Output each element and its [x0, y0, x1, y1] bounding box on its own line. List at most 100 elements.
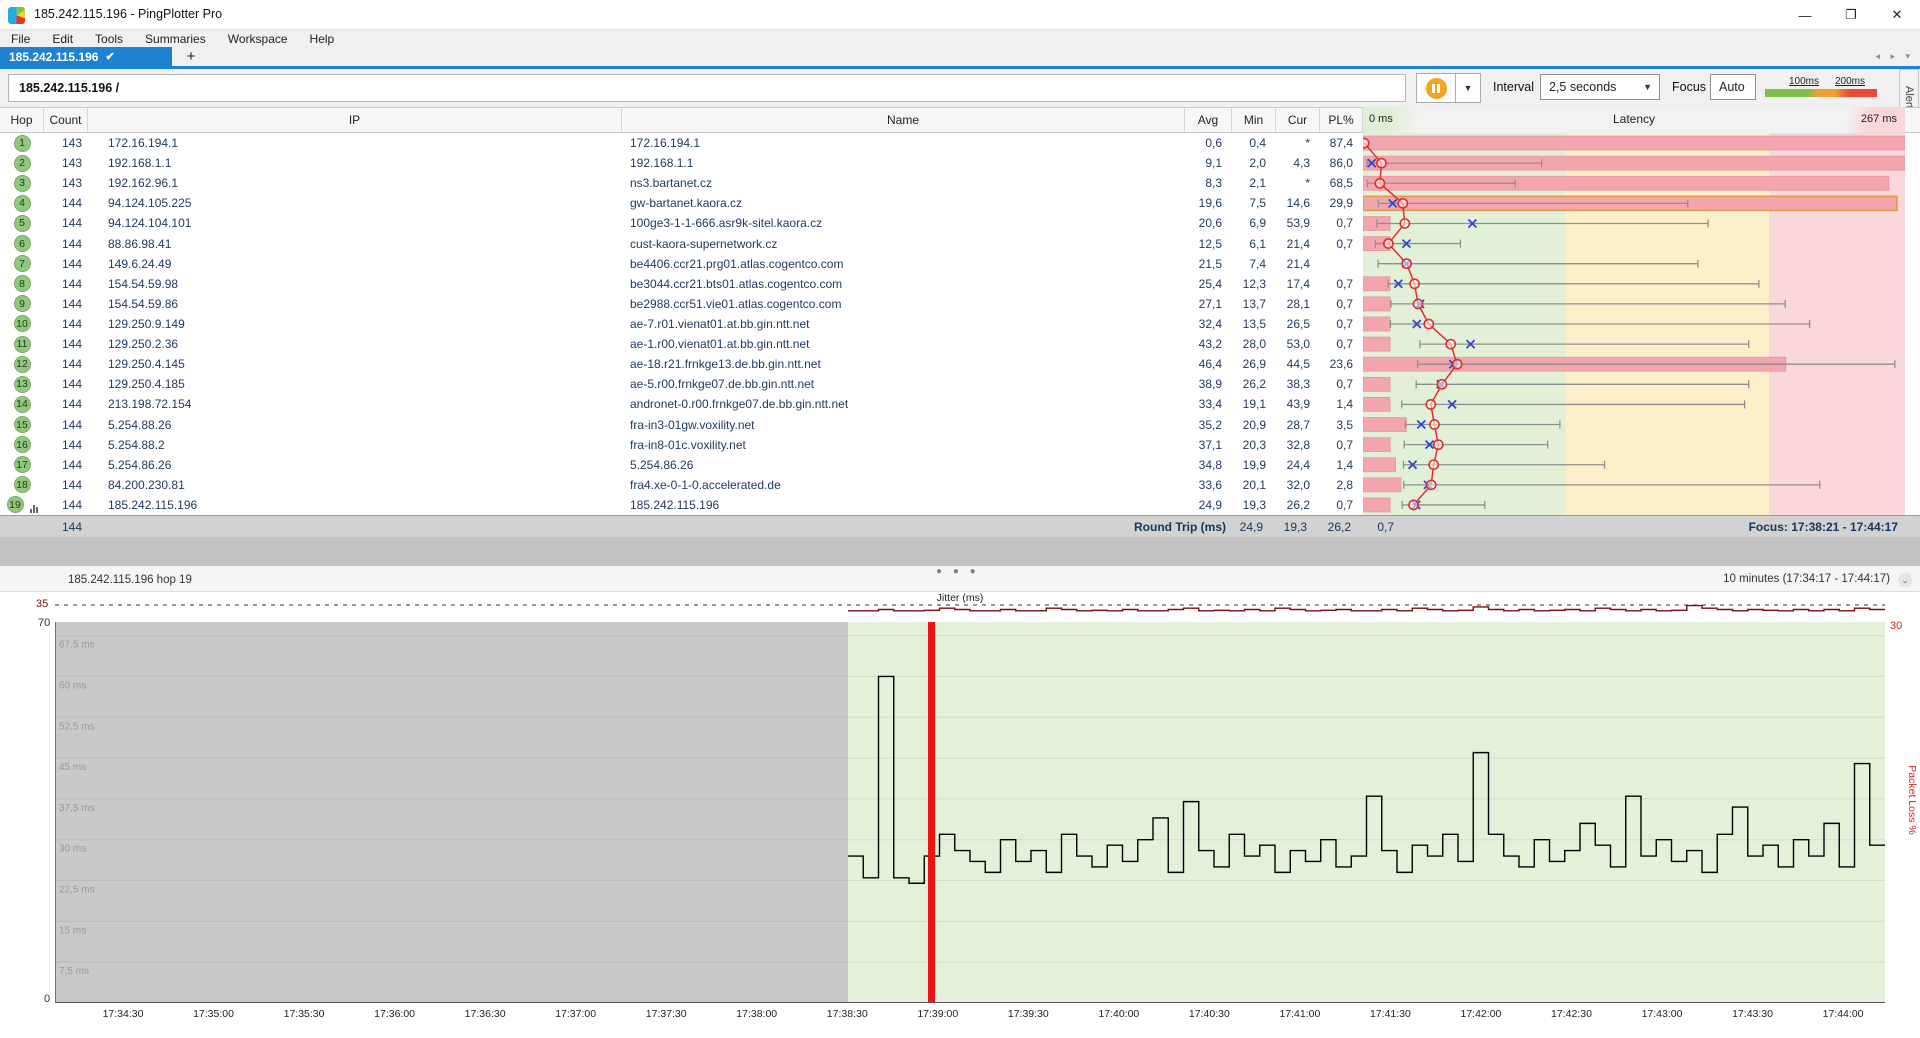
legend-100ms-label: 100ms: [1789, 76, 1819, 87]
menu-summaries[interactable]: Summaries: [134, 30, 217, 47]
column-header-ip[interactable]: IP: [88, 108, 622, 132]
cell-count: 144: [44, 397, 88, 411]
hop-number-badge: 3: [14, 175, 31, 192]
cell-ip: 5.254.88.26: [88, 418, 622, 432]
menu-help[interactable]: Help: [299, 30, 346, 47]
column-header-name[interactable]: Name: [622, 108, 1185, 132]
latency-column-header[interactable]: 0 ms Latency 267 ms: [1363, 107, 1905, 133]
time-tick-label: 17:41:30: [1355, 1008, 1425, 1020]
cell-cur: 4,3: [1276, 156, 1320, 170]
restore-button[interactable]: ❐: [1828, 0, 1874, 30]
time-tick-label: 17:36:00: [360, 1008, 430, 1020]
hop-number-badge: 15: [14, 416, 31, 433]
menu-file[interactable]: File: [0, 30, 41, 47]
hop-number-badge: 9: [14, 295, 31, 312]
cell-count: 144: [44, 297, 88, 311]
cell-pl: 0,7: [1320, 498, 1363, 512]
column-header-cur[interactable]: Cur: [1276, 108, 1320, 132]
cell-avg: 35,2: [1185, 418, 1232, 432]
cell-cur: 44,5: [1276, 357, 1320, 371]
cell-cur: 24,4: [1276, 458, 1320, 472]
cell-avg: 19,6: [1185, 196, 1232, 210]
svg-text:30 ms: 30 ms: [59, 844, 86, 855]
tab-target[interactable]: 185.242.115.196 ✔: [0, 47, 172, 66]
time-tick-label: 17:36:30: [450, 1008, 520, 1020]
cell-name: 172.16.194.1: [622, 136, 1185, 150]
cell-count: 144: [44, 317, 88, 331]
cell-cur: 32,0: [1276, 478, 1320, 492]
cell-ip: 129.250.4.185: [88, 377, 622, 391]
cell-name: be3044.ccr21.bts01.atlas.cogentco.com: [622, 277, 1185, 291]
timeline-range-label[interactable]: 10 minutes (17:34:17 - 17:44:17): [1723, 573, 1890, 585]
cell-avg: 38,9: [1185, 377, 1232, 391]
time-tick-label: 17:43:00: [1627, 1008, 1697, 1020]
cell-ip: 185.242.115.196: [88, 498, 622, 512]
interval-label: Interval: [1493, 80, 1534, 94]
cell-cur: 17,4: [1276, 277, 1320, 291]
cell-pl: 0,7: [1320, 237, 1363, 251]
latency-axis-max: 70: [38, 617, 50, 629]
time-tick-label: 17:39:30: [993, 1008, 1063, 1020]
cell-name: 192.168.1.1: [622, 156, 1185, 170]
tab-scroll-arrows-icon[interactable]: ◂ ▸ ▾: [1875, 51, 1914, 62]
cell-cur: 53,9: [1276, 216, 1320, 230]
interval-select[interactable]: 2,5 seconds ▼: [1540, 74, 1660, 100]
cell-avg: 24,9: [1185, 498, 1232, 512]
menu-edit[interactable]: Edit: [41, 30, 84, 47]
title-bar: 185.242.115.196 - PingPlotter Pro — ❐ ✕: [0, 0, 1920, 30]
timeline-range-chevron-icon[interactable]: ⌄: [1898, 573, 1912, 587]
cell-count: 144: [44, 337, 88, 351]
close-button[interactable]: ✕: [1874, 0, 1920, 30]
legend-color-bar: [1765, 89, 1877, 97]
menu-workspace[interactable]: Workspace: [217, 30, 299, 47]
cell-min: 2,0: [1232, 156, 1276, 170]
cell-pl: 0,7: [1320, 216, 1363, 230]
toolbar: 185.242.115.196 / ▼ Interval 2,5 seconds…: [0, 69, 1920, 107]
cell-cur: *: [1276, 176, 1320, 190]
menu-tools[interactable]: Tools: [84, 30, 134, 47]
splitter-handle[interactable]: ● ● ●: [936, 566, 980, 577]
cell-avg: 32,4: [1185, 317, 1232, 331]
window-title: 185.242.115.196 - PingPlotter Pro: [34, 7, 222, 21]
cell-name: ae-1.r00.vienat01.at.bb.gin.ntt.net: [622, 337, 1185, 351]
cell-name: gw-bartanet.kaora.cz: [622, 196, 1185, 210]
cell-cur: 28,7: [1276, 418, 1320, 432]
time-tick-label: 17:40:00: [1084, 1008, 1154, 1020]
cell-count: 144: [44, 458, 88, 472]
pause-button[interactable]: [1416, 73, 1456, 103]
cell-cur: 43,9: [1276, 397, 1320, 411]
column-header-avg[interactable]: Avg: [1185, 108, 1232, 132]
minimize-button[interactable]: —: [1782, 0, 1828, 30]
svg-text:67,5 ms: 67,5 ms: [59, 640, 95, 651]
cell-avg: 34,8: [1185, 458, 1232, 472]
pause-dropdown-button[interactable]: ▼: [1456, 73, 1481, 103]
hop-number-badge: 6: [14, 235, 31, 252]
cell-pl: 29,9: [1320, 196, 1363, 210]
cell-count: 143: [44, 176, 88, 190]
column-header-min[interactable]: Min: [1232, 108, 1276, 132]
cell-ip: 172.16.194.1: [88, 136, 622, 150]
cell-name: 185.242.115.196: [622, 498, 1185, 512]
cell-ip: 94.124.105.225: [88, 196, 622, 210]
cell-pl: 0,7: [1320, 317, 1363, 331]
time-tick-label: 17:35:00: [179, 1008, 249, 1020]
column-header-hop[interactable]: Hop: [0, 108, 44, 132]
column-header-count[interactable]: Count: [44, 108, 88, 132]
column-header-pl[interactable]: PL%: [1320, 108, 1363, 132]
time-tick-label: 17:37:00: [541, 1008, 611, 1020]
new-tab-button[interactable]: +: [180, 47, 202, 66]
hop-number-badge: 4: [14, 195, 31, 212]
focus-select[interactable]: Auto: [1710, 74, 1756, 100]
cell-name: andronet-0.r00.frnkge07.de.bb.gin.ntt.ne…: [622, 397, 1185, 411]
footer-min: 19,3: [1273, 520, 1317, 534]
cell-count: 144: [44, 478, 88, 492]
cell-min: 0,4: [1232, 136, 1276, 150]
cell-min: 7,5: [1232, 196, 1276, 210]
cell-avg: 21,5: [1185, 257, 1232, 271]
cell-avg: 0,6: [1185, 136, 1232, 150]
timeline-graph[interactable]: 67,5 ms60 ms52,5 ms45 ms37,5 ms30 ms22,5…: [55, 622, 1885, 1003]
footer-avg: 24,9: [1226, 520, 1273, 534]
cell-cur: 21,4: [1276, 237, 1320, 251]
cell-name: 100ge3-1-1-666.asr9k-sitel.kaora.cz: [622, 216, 1185, 230]
target-address-box[interactable]: 185.242.115.196 /: [8, 74, 1406, 102]
